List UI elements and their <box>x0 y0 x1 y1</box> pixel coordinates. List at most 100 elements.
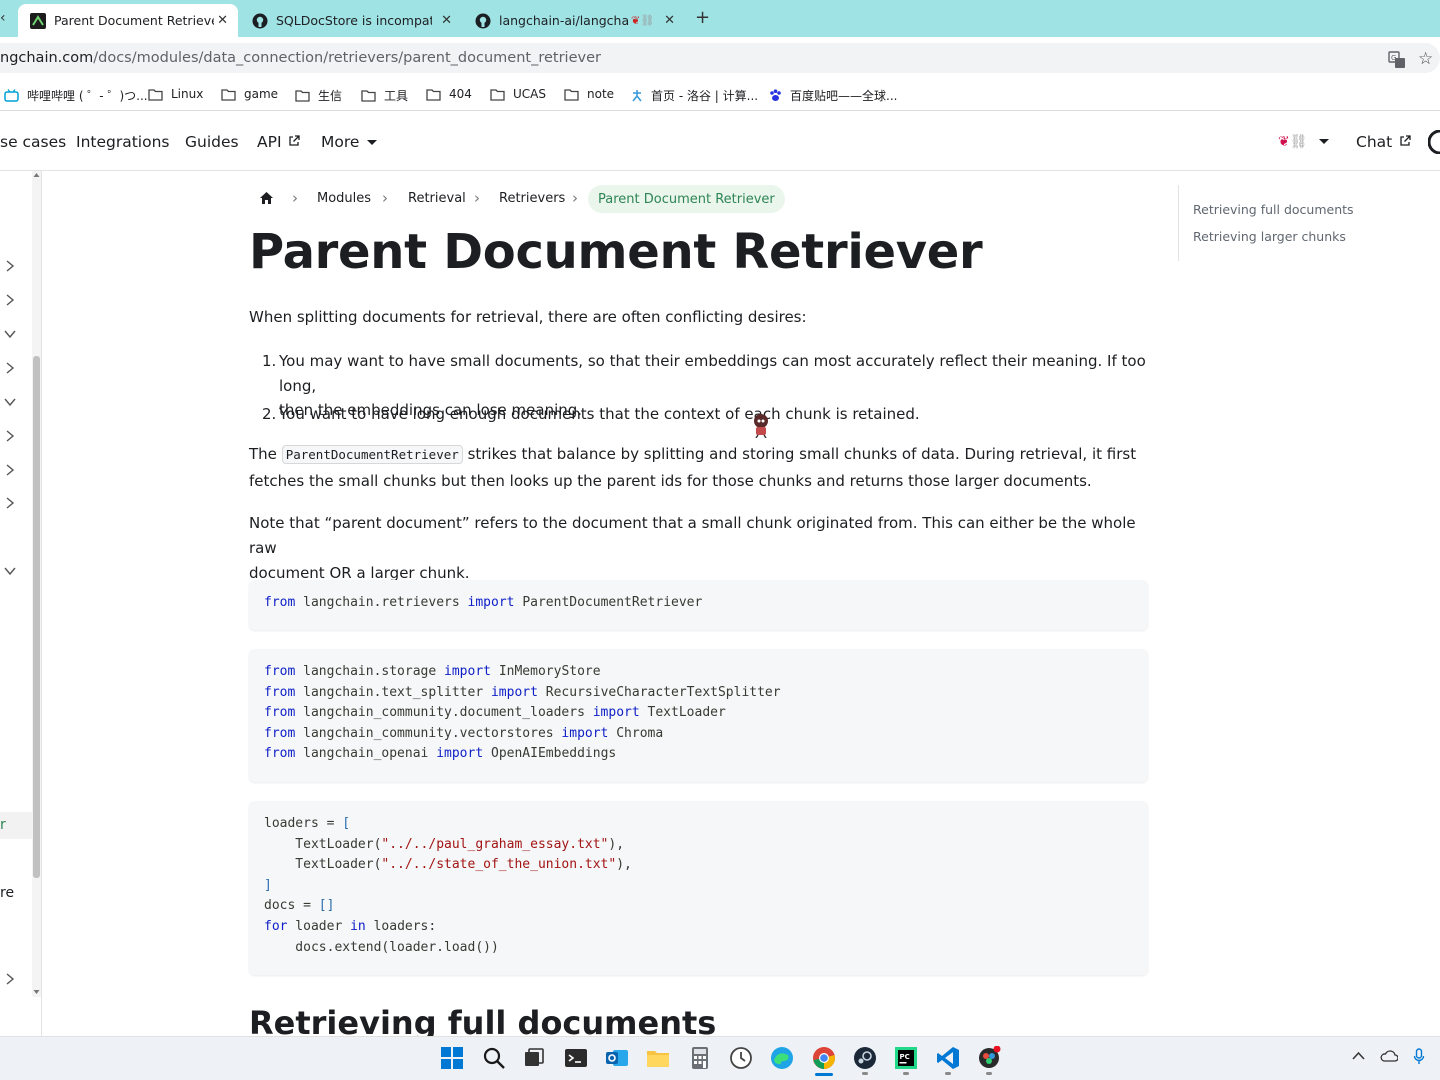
code-name: RecursiveCharacterTextSplitter <box>545 684 781 700</box>
chevron-right-icon[interactable] <box>4 294 16 306</box>
code-block[interactable]: from langchain.storage import InMemorySt… <box>249 649 1148 782</box>
sidebar-item-label[interactable]: re <box>0 885 14 901</box>
tab-parent-document-retriever[interactable]: Parent Document Retriever | ✕ <box>18 4 238 37</box>
code-block[interactable]: from langchain.retrievers import ParentD… <box>249 580 1148 630</box>
translate-icon[interactable]: G <box>1388 51 1406 69</box>
close-tab-icon[interactable]: ✕ <box>217 13 228 28</box>
nav-integrations[interactable]: Integrations <box>76 133 169 151</box>
tab-langchain-github[interactable]: langchain-ai/langchain: ❦⛓ ✕ <box>463 4 685 37</box>
outlook-icon[interactable] <box>605 1046 629 1070</box>
home-icon[interactable] <box>259 191 274 205</box>
sidebar-item-label[interactable]: r <box>0 817 6 833</box>
bookmark-folder-game[interactable]: game <box>221 87 278 101</box>
nav-chat[interactable]: Chat <box>1356 133 1411 151</box>
pycharm-icon[interactable]: PC <box>894 1046 918 1070</box>
davinci-resolve-icon[interactable] <box>977 1046 1001 1070</box>
nav-versions-dropdown[interactable]: ❦⛓ <box>1278 132 1330 150</box>
search-icon[interactable] <box>482 1046 506 1070</box>
code-name: Chroma <box>616 725 664 741</box>
new-tab-icon[interactable]: + <box>695 7 710 28</box>
nav-guides[interactable]: Guides <box>185 133 239 151</box>
bookmark-folder-tools[interactable]: 工具 <box>361 87 408 104</box>
close-tab-icon[interactable]: ✕ <box>664 13 675 28</box>
code-keyword: import <box>561 725 609 741</box>
tab-title: SQLDocStore is incompatible <box>276 13 432 28</box>
breadcrumb-retrieval[interactable]: Retrieval <box>408 191 466 206</box>
bookmark-bilibili[interactable]: 哔哩哔哩 ( ゜- ゜)つ... <box>4 87 148 104</box>
windows-start-icon[interactable] <box>440 1046 464 1070</box>
bookmark-folder-404[interactable]: 404 <box>426 87 472 101</box>
bookmark-star-icon[interactable]: ☆ <box>1418 49 1433 69</box>
terminal-icon[interactable] <box>564 1046 588 1070</box>
chevron-right-icon[interactable] <box>4 430 16 442</box>
chevron-up-icon[interactable] <box>1352 1051 1365 1061</box>
caret-down-icon <box>367 140 378 145</box>
nav-more-label: More <box>321 133 360 151</box>
folder-icon <box>490 88 505 101</box>
nav-api-label: API <box>257 133 282 151</box>
github-icon[interactable] <box>1428 130 1440 154</box>
task-view-icon[interactable] <box>522 1046 546 1070</box>
chevron-right-icon[interactable] <box>4 464 16 476</box>
chevron-down-icon[interactable] <box>4 565 16 577</box>
url-input[interactable]: ngchain.com/docs/modules/data_connection… <box>0 43 1440 73</box>
code-line: TextLoader( <box>264 836 382 852</box>
tab-sqldocstore-issue[interactable]: SQLDocStore is incompatible ✕ <box>240 4 462 37</box>
chevron-right-icon[interactable] <box>4 497 16 509</box>
bookmark-folder-note[interactable]: note <box>564 87 614 101</box>
chevron-right-icon[interactable] <box>4 973 16 985</box>
clock-icon[interactable] <box>729 1046 753 1070</box>
microphone-icon[interactable] <box>1413 1048 1425 1065</box>
bookmark-label: 哔哩哔哩 ( ゜- ゜)つ... <box>27 89 148 103</box>
code-line: TextLoader( <box>264 857 382 873</box>
tab-title: Parent Document Retriever | <box>54 13 214 28</box>
nav-use-cases[interactable]: se cases <box>0 133 66 151</box>
balance-paragraph: The ParentDocumentRetriever strikes that… <box>249 441 1149 494</box>
bookmark-luogu[interactable]: 首页 - 洛谷 | 计算... <box>631 87 758 104</box>
bookmark-folder-linux[interactable]: Linux <box>148 87 203 101</box>
tab-scroll-left-icon[interactable]: ‹ <box>0 10 6 26</box>
file-explorer-icon[interactable] <box>646 1046 670 1070</box>
close-tab-icon[interactable]: ✕ <box>441 13 452 28</box>
nav-api[interactable]: API <box>257 133 301 151</box>
luogu-icon <box>632 90 642 102</box>
sidebar-scrollbar-thumb[interactable] <box>33 356 40 878</box>
scroll-down-arrow-icon[interactable] <box>33 989 40 995</box>
code-bracket: ] <box>264 877 272 893</box>
code-line: docs = <box>264 898 319 914</box>
code-block[interactable]: loaders = [ TextLoader("../../paul_graha… <box>249 801 1148 975</box>
code-keyword: import <box>490 684 538 700</box>
chevron-down-icon[interactable] <box>4 328 16 340</box>
svg-text:PC: PC <box>900 1053 910 1061</box>
nav-more-dropdown[interactable]: More <box>321 133 378 151</box>
onedrive-cloud-icon[interactable] <box>1380 1050 1398 1062</box>
bookmark-tieba[interactable]: 百度贴吧——全球... <box>769 87 897 104</box>
breadcrumb-separator-icon: › <box>474 189 480 207</box>
code-name: OpenAIEmbeddings <box>491 746 617 762</box>
chrome-browser-icon[interactable] <box>812 1046 836 1070</box>
code-keyword: from <box>264 705 296 721</box>
bookmark-label: 工具 <box>384 89 409 103</box>
section-heading: Retrieving full documents <box>249 1004 717 1036</box>
breadcrumb-retrievers[interactable]: Retrievers <box>499 191 565 206</box>
toc-item[interactable]: Retrieving full documents <box>1193 202 1354 217</box>
edge-browser-icon[interactable] <box>770 1046 794 1070</box>
folder-icon <box>148 88 163 101</box>
scroll-up-arrow-icon[interactable] <box>33 172 40 178</box>
toc-item[interactable]: Retrieving larger chunks <box>1193 229 1346 244</box>
running-app-indicator <box>945 1072 951 1075</box>
bookmark-folder-ucas[interactable]: UCAS <box>490 87 546 101</box>
code-module: langchain_community.vectorstores <box>303 725 554 741</box>
vscode-icon[interactable] <box>936 1046 960 1070</box>
note-paragraph: Note that “parent document” refers to th… <box>249 511 1149 586</box>
breadcrumb-modules[interactable]: Modules <box>317 191 371 206</box>
calculator-icon[interactable] <box>688 1046 712 1070</box>
github-icon <box>475 13 491 28</box>
code-string: "../../paul_graham_essay.txt" <box>381 836 609 852</box>
steam-icon[interactable] <box>853 1046 877 1070</box>
chevron-right-icon[interactable] <box>4 362 16 374</box>
code-keyword: import <box>592 705 640 721</box>
chevron-down-icon[interactable] <box>4 396 16 408</box>
chevron-right-icon[interactable] <box>4 260 16 272</box>
bookmark-folder-shengxin[interactable]: 生信 <box>295 87 342 104</box>
